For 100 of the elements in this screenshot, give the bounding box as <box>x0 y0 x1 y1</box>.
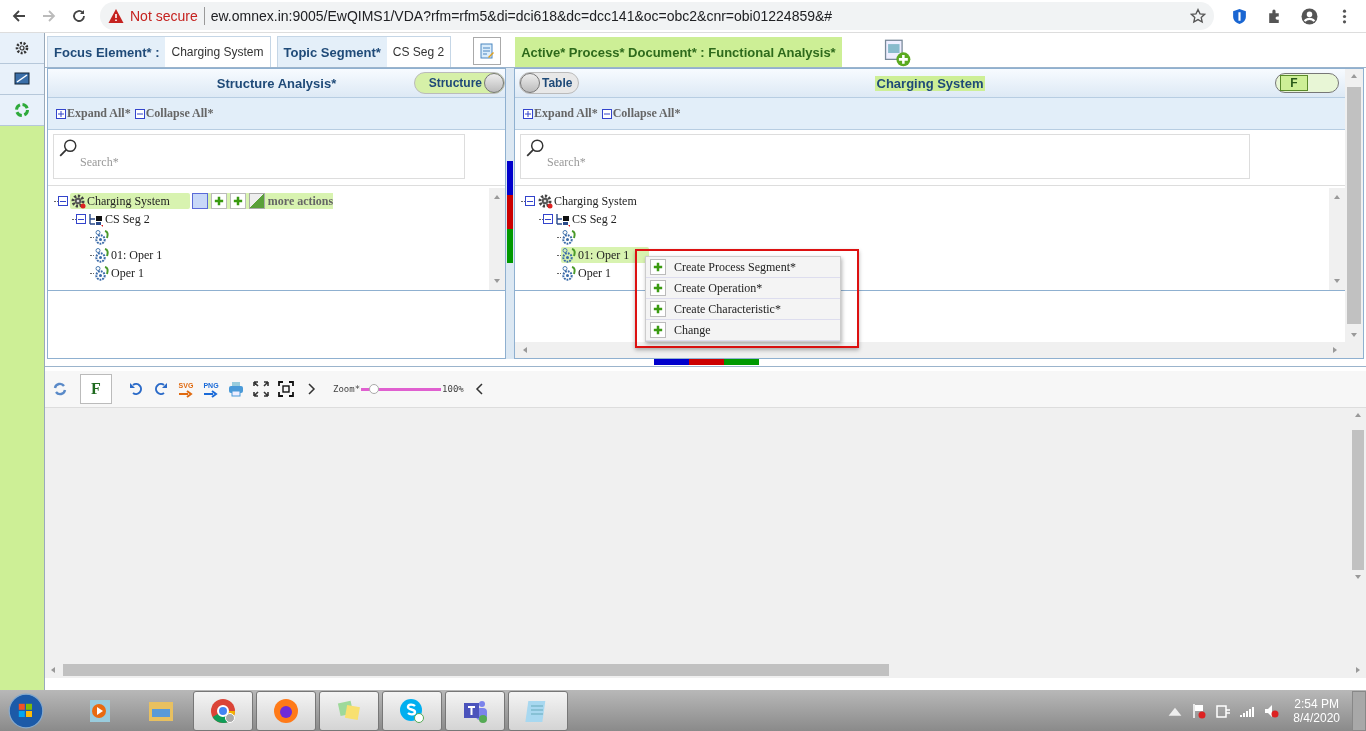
warning-icon <box>108 8 124 24</box>
tree-item[interactable]: 01: Oper 1 <box>561 247 650 263</box>
vertical-scrollbar[interactable] <box>1329 188 1345 290</box>
f-toggle[interactable]: F <box>1275 73 1339 93</box>
tree-item[interactable]: Oper 1 <box>561 265 631 281</box>
toggle-switch[interactable]: Table <box>519 72 580 94</box>
firefox-icon[interactable] <box>256 690 316 731</box>
expand-all-link[interactable]: Expand All* <box>534 106 598 121</box>
undo-button[interactable] <box>127 380 145 398</box>
gears-icon <box>561 265 577 281</box>
skype-icon[interactable] <box>382 690 442 731</box>
tree-line <box>90 236 94 238</box>
horizontal-scrollbar[interactable] <box>45 662 1366 678</box>
tree-item[interactable]: Charging System <box>537 193 657 209</box>
scroll-down-arrow[interactable] <box>493 277 501 285</box>
power-plug-icon[interactable] <box>1215 702 1232 719</box>
collapse-all-link[interactable]: Collapse All* <box>145 106 214 121</box>
redo-button[interactable] <box>152 380 170 398</box>
reload-icon <box>71 8 87 24</box>
forward-arrow-icon <box>41 8 57 24</box>
tree-line <box>539 218 543 220</box>
zoom-label: Zoom* <box>333 384 361 394</box>
tree-line <box>90 254 94 256</box>
scroll-up-arrow[interactable] <box>493 193 501 201</box>
scroll-right-arrow[interactable] <box>1331 346 1339 354</box>
add-button[interactable] <box>229 193 246 209</box>
zoom-value: 100% <box>442 384 464 394</box>
notepad-icon[interactable] <box>508 690 568 731</box>
scroll-left-arrow[interactable] <box>49 666 57 674</box>
scroll-up-arrow[interactable] <box>1350 72 1358 80</box>
collapse-icon[interactable] <box>134 108 145 119</box>
scroll-down-arrow[interactable] <box>1354 573 1362 581</box>
scroll-down-arrow[interactable] <box>1333 277 1341 285</box>
clock-date: 8/4/2020 <box>1293 710 1340 725</box>
hierarchy-icon <box>555 211 571 227</box>
gear-icon <box>537 193 553 209</box>
arrow-right-icon <box>178 389 194 398</box>
tree-item-label: CS Seg 2 <box>105 211 150 227</box>
settings-button[interactable] <box>0 33 44 64</box>
vertical-scrollbar[interactable] <box>1345 69 1363 342</box>
scroll-up-arrow[interactable] <box>1333 193 1341 201</box>
menu-item[interactable]: Change <box>646 320 840 341</box>
plus-icon <box>213 196 224 206</box>
security-warning: Not secure <box>130 8 198 24</box>
shield-icon[interactable] <box>1231 7 1248 25</box>
monitor-button[interactable] <box>0 64 44 95</box>
print-button[interactable] <box>227 380 245 398</box>
refresh-button[interactable] <box>51 380 69 398</box>
topic-segment-value: CS Seg 2 <box>386 37 451 67</box>
address-bar[interactable]: Not secure ew.omnex.in:9005/EwQIMS1/VDA?rfm=rfm5&di=dci618&dc=dcc141&oc=obc2&cnr=obi01224859&# <box>100 2 1214 30</box>
tree-item-label: 01: Oper 1 <box>578 247 630 263</box>
f-button[interactable]: F <box>80 374 112 404</box>
menu-item[interactable]: Create Characteristic* <box>646 299 840 320</box>
panel-splitter[interactable] <box>506 68 514 359</box>
scroll-down-arrow[interactable] <box>1350 331 1358 339</box>
clock-time: 2:54 PM <box>1294 696 1339 711</box>
scroll-left-arrow[interactable] <box>521 346 529 354</box>
search-field[interactable]: Search* <box>53 134 465 179</box>
edit-document-button[interactable] <box>473 37 502 65</box>
collapse-icon[interactable] <box>601 108 612 119</box>
menu-item[interactable]: Create Process Segment* <box>646 257 840 278</box>
scroll-right-arrow[interactable] <box>1354 666 1362 674</box>
tree-item[interactable]: Charging System <box>70 193 190 209</box>
tree-line <box>72 218 76 220</box>
vertical-scrollbar[interactable] <box>489 188 505 290</box>
gears-icon <box>94 229 110 245</box>
tree-item[interactable]: 01: Oper 1 <box>94 247 183 263</box>
hierarchy-icon <box>88 211 104 227</box>
horizontal-scrollbar[interactable] <box>515 342 1363 358</box>
tree-item-label: Oper 1 <box>111 265 144 281</box>
star-icon[interactable] <box>1190 8 1206 24</box>
tree-item-label: Oper 1 <box>578 265 611 281</box>
tree-line <box>90 272 94 274</box>
document-edit-icon <box>479 43 496 59</box>
teams-icon[interactable] <box>445 690 505 731</box>
zoom-slider[interactable] <box>361 387 442 391</box>
profile-icon[interactable] <box>1301 7 1318 25</box>
fullscreen-button[interactable] <box>252 380 270 398</box>
tree-line <box>521 200 525 202</box>
fit-button[interactable] <box>277 380 295 398</box>
start-button[interactable] <box>8 692 44 729</box>
add-button[interactable] <box>210 193 227 209</box>
plus-icon <box>232 196 243 206</box>
monitor-icon <box>14 71 30 87</box>
expand-all-link[interactable]: Expand All* <box>67 106 131 121</box>
panel-title: Charging System <box>874 75 986 91</box>
tree-item[interactable]: CS Seg 2 <box>555 211 637 227</box>
tree-line <box>557 236 561 238</box>
flag-icon[interactable] <box>1191 702 1208 719</box>
toggle-switch[interactable]: Structure <box>413 72 505 94</box>
collapse-all-link[interactable]: Collapse All* <box>612 106 681 121</box>
tree-item[interactable]: CS Seg 2 <box>88 211 170 227</box>
broken-image-icon <box>248 193 265 209</box>
sticky-notes-icon[interactable] <box>319 690 379 731</box>
tree-item[interactable]: Oper 1 <box>94 265 164 281</box>
menu-item[interactable]: Create Operation* <box>646 278 840 299</box>
scroll-up-arrow[interactable] <box>1354 411 1362 419</box>
chrome-icon[interactable] <box>193 690 253 731</box>
active-document-tab[interactable]: Active* Process* Document* : Functional Analysis* <box>515 37 842 67</box>
search-field[interactable]: Search* <box>520 134 1250 179</box>
